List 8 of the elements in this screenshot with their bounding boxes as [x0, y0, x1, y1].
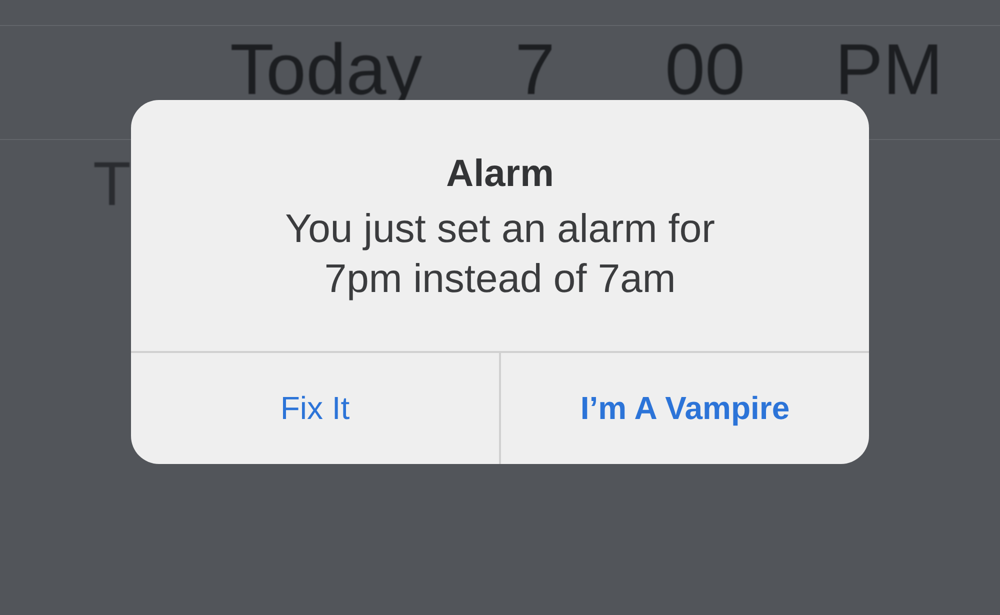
picker-value: Today: [230, 42, 422, 99]
picker-value: 7: [515, 42, 556, 99]
alert-button[interactable]: I’m A Vampire: [499, 353, 869, 464]
picker-value: 00: [665, 42, 746, 99]
picker-value: PM: [835, 42, 943, 99]
alert-button[interactable]: Fix It: [131, 353, 499, 464]
alert-title: Alarm: [446, 152, 554, 196]
alert-message: You just set an alarm for 7pm instead of 7am: [285, 206, 715, 303]
